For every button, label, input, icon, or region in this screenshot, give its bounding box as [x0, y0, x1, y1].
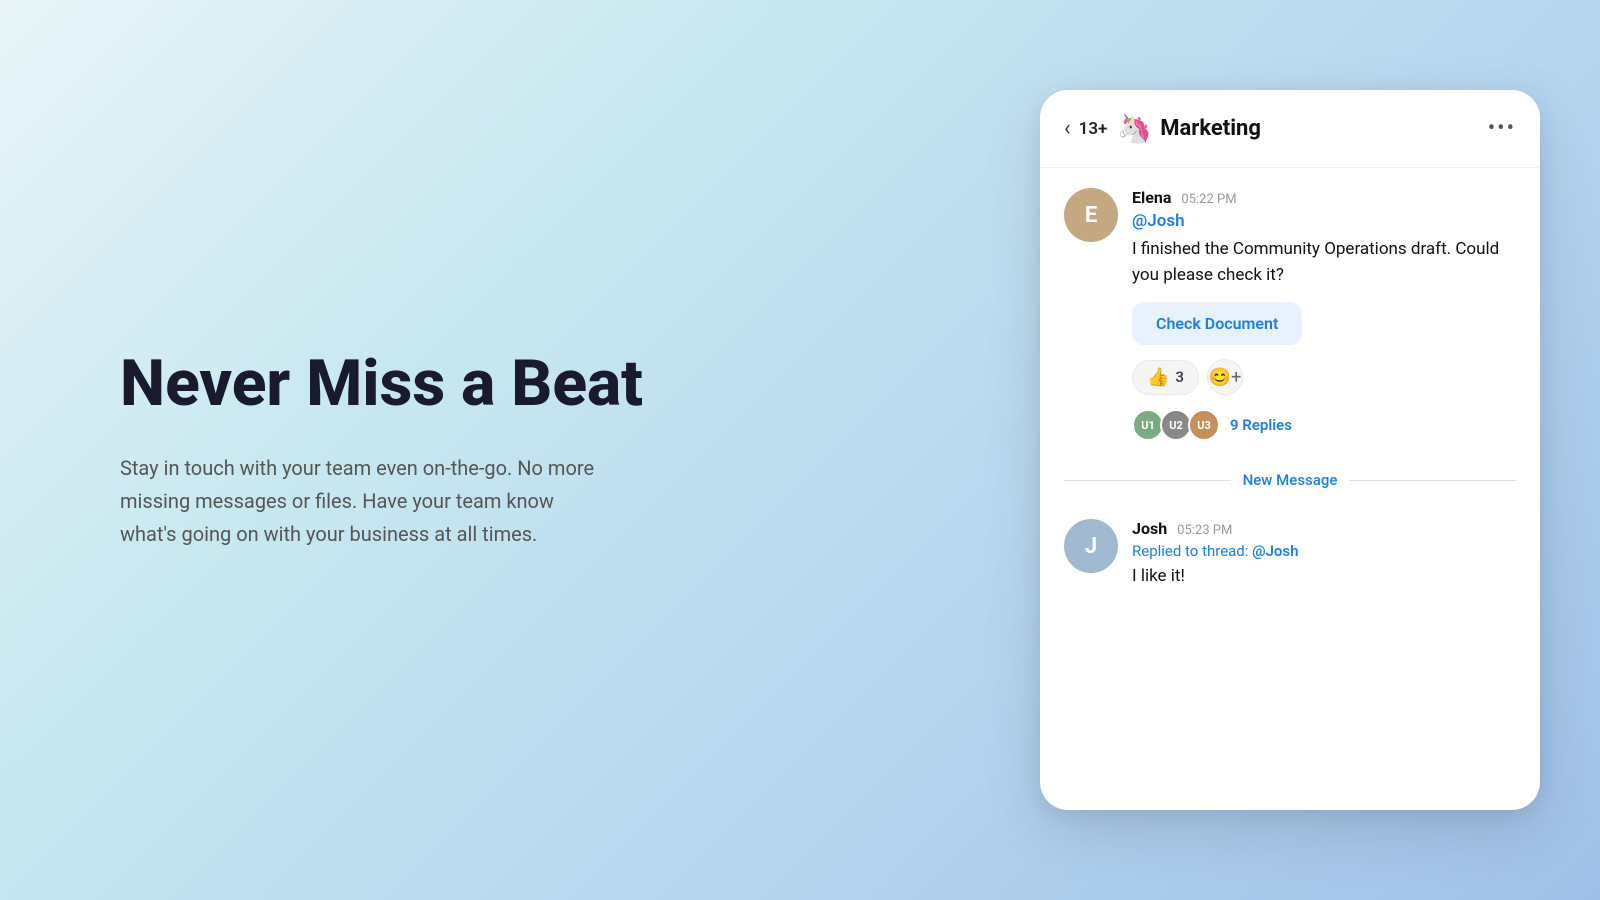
- divider-line-right: [1349, 480, 1516, 481]
- sender-name-josh: Josh: [1132, 519, 1167, 538]
- message-content-josh: Josh 05:23 PM Replied to thread: @Josh I…: [1132, 519, 1516, 604]
- chat-body: E Elena 05:22 PM @Josh I finished the Co…: [1040, 168, 1540, 810]
- left-panel: Never Miss a Beat Stay in touch with you…: [0, 269, 1040, 630]
- right-panel: ‹ 13+ 🦄 Marketing ••• E Elena 05:22 PM: [1040, 90, 1600, 810]
- message-block-elena: E Elena 05:22 PM @Josh I finished the Co…: [1040, 168, 1540, 461]
- check-document-button[interactable]: Check Document: [1132, 302, 1302, 345]
- new-message-divider: New Message: [1040, 461, 1540, 499]
- message-block-josh: J Josh 05:23 PM Replied to thread: @Josh…: [1040, 499, 1540, 624]
- back-button[interactable]: ‹: [1064, 116, 1071, 141]
- avatar-elena: E: [1064, 188, 1118, 242]
- timestamp-elena: 05:22 PM: [1181, 192, 1236, 207]
- sender-name-elena: Elena: [1132, 188, 1171, 207]
- replied-to-mention[interactable]: @Josh: [1252, 542, 1298, 560]
- hero-title: Never Miss a Beat: [120, 349, 980, 419]
- more-options-button[interactable]: •••: [1488, 116, 1516, 141]
- replied-to-label: Replied to thread: @Josh: [1132, 542, 1516, 560]
- message-content-elena: Elena 05:22 PM @Josh I finished the Comm…: [1132, 188, 1516, 441]
- reply-avatar-3: U3: [1188, 409, 1220, 441]
- reactions-elena: 👍 3 😊+: [1132, 359, 1516, 395]
- channel-emoji-icon: 🦄: [1117, 112, 1152, 145]
- thumbsup-count: 3: [1175, 368, 1184, 386]
- chat-header: ‹ 13+ 🦄 Marketing •••: [1040, 90, 1540, 168]
- add-reaction-button[interactable]: 😊+: [1207, 359, 1243, 395]
- thumbsup-reaction[interactable]: 👍 3: [1132, 360, 1199, 395]
- replies-link[interactable]: 9 Replies: [1230, 416, 1292, 434]
- timestamp-josh: 05:23 PM: [1177, 523, 1232, 538]
- add-reaction-icon: 😊+: [1209, 367, 1242, 388]
- divider-line-left: [1064, 480, 1231, 481]
- phone-card: ‹ 13+ 🦄 Marketing ••• E Elena 05:22 PM: [1040, 90, 1540, 810]
- message-text-elena: I finished the Community Operations draf…: [1132, 237, 1516, 288]
- thumbsup-emoji-icon: 👍: [1147, 367, 1169, 388]
- message-meta-josh: Josh 05:23 PM: [1132, 519, 1516, 538]
- hero-subtitle: Stay in touch with your team even on-the…: [120, 452, 600, 551]
- new-message-label: New Message: [1243, 471, 1338, 489]
- avatar-josh: J: [1064, 519, 1118, 573]
- replies-row-elena: U1 U2 U3 9 Replies: [1132, 409, 1516, 441]
- channel-name: Marketing: [1160, 116, 1487, 141]
- mention-elena[interactable]: @Josh: [1132, 211, 1516, 231]
- reply-avatars: U1 U2 U3: [1132, 409, 1216, 441]
- message-meta-elena: Elena 05:22 PM: [1132, 188, 1516, 207]
- message-text-josh: I like it!: [1132, 564, 1516, 590]
- member-count: 13+: [1079, 119, 1108, 139]
